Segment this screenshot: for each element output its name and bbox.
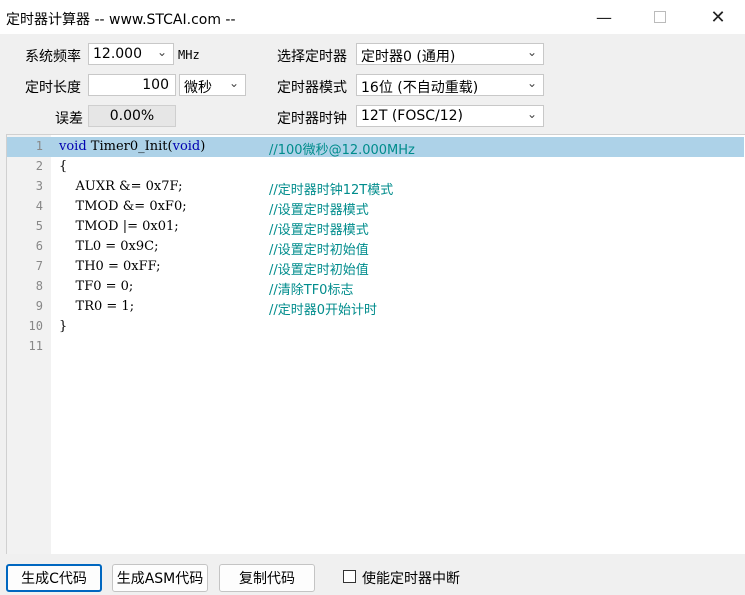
generate-c-button[interactable]: 生成C代码 (6, 564, 102, 592)
maximize-button[interactable] (634, 0, 686, 34)
timer-clock-value: 12T (FOSC/12) (361, 108, 464, 124)
length-label: 定时长度 (25, 80, 81, 96)
code-editor[interactable]: 1 void Timer0_Init(void) //100微秒@12.000M… (6, 134, 745, 554)
code-text: TR0 = 1; (59, 299, 135, 314)
code-text: Timer0_Init( (86, 139, 173, 154)
code-comment: //100微秒@12.000MHz (269, 143, 415, 158)
freq-unit: MHz (178, 48, 200, 62)
timer-select-value: 定时器0 (通用) (361, 49, 456, 65)
minimize-icon: — (596, 7, 612, 27)
timer-clock-label: 定时器时钟 (277, 111, 347, 127)
line-number: 9 (35, 299, 43, 313)
code-line: 3 AUXR &= 0x7F; //定时器时钟12T模式 (7, 177, 744, 198)
code-line: 2 { (7, 157, 744, 177)
freq-label: 系统频率 (25, 49, 81, 65)
code-comment: //设置定时初始值 (269, 243, 369, 258)
window-title: 定时器计算器 -- www.STCAI.com -- (6, 12, 236, 28)
code-text: TMOD &= 0xF0; (59, 199, 187, 214)
timer-mode-value: 16位 (不自动重载) (361, 80, 479, 96)
chevron-down-icon: ⌄ (526, 76, 537, 90)
chevron-down-icon: ⌄ (156, 45, 167, 59)
close-icon: ✕ (710, 6, 726, 28)
freq-combo[interactable]: 12.000 ⌄ (88, 43, 174, 65)
code-comment: //设置定时初始值 (269, 263, 369, 278)
length-unit-value: 微秒 (184, 80, 212, 96)
timer-mode-label: 定时器模式 (277, 80, 347, 96)
chevron-down-icon: ⌄ (526, 45, 537, 59)
enable-interrupt-checkbox[interactable] (343, 570, 356, 583)
code-text: void Timer0_Init(void) (59, 139, 206, 154)
code-line: 1 void Timer0_Init(void) //100微秒@12.000M… (7, 137, 744, 158)
code-comment: //定时器0开始计时 (269, 303, 378, 318)
close-button[interactable]: ✕ (692, 0, 744, 34)
code-text: AUXR &= 0x7F; (59, 179, 183, 194)
code-text: TL0 = 0x9C; (59, 239, 159, 254)
code-line: 7 TH0 = 0xFF; //设置定时初始值 (7, 257, 744, 278)
settings-panel: 系统频率 12.000 ⌄ MHz 定时长度 100 微秒 ⌄ 误差 0.00%… (0, 34, 745, 132)
code-line: 8 TF0 = 0; //清除TF0标志 (7, 277, 744, 298)
code-comment: //清除TF0标志 (269, 283, 354, 298)
line-number: 2 (35, 159, 43, 173)
code-comment: //设置定时器模式 (269, 203, 369, 218)
minimize-button[interactable]: — (578, 0, 630, 34)
freq-value: 12.000 (93, 46, 142, 62)
line-number: 8 (35, 279, 43, 293)
line-number: 11 (28, 339, 43, 353)
code-line: 5 TMOD |= 0x01; //设置定时器模式 (7, 217, 744, 238)
length-input[interactable]: 100 (88, 74, 176, 96)
code-line: 6 TL0 = 0x9C; //设置定时初始值 (7, 237, 744, 258)
error-value: 0.00% (88, 105, 176, 127)
code-text: { (59, 159, 68, 174)
line-number: 1 (35, 139, 43, 153)
timer-select-combo[interactable]: 定时器0 (通用) ⌄ (356, 43, 544, 65)
error-label: 误差 (55, 111, 83, 127)
line-number: 6 (35, 239, 43, 253)
line-number: 5 (35, 219, 43, 233)
line-number: 10 (28, 319, 43, 333)
code-line: 10 } (7, 317, 744, 337)
keyword: void (59, 139, 87, 154)
keyword: void (172, 139, 201, 154)
copy-code-button[interactable]: 复制代码 (219, 564, 315, 592)
length-unit-combo[interactable]: 微秒 ⌄ (179, 74, 246, 96)
chevron-down-icon: ⌄ (526, 107, 537, 121)
line-number: 7 (35, 259, 43, 273)
timer-clock-combo[interactable]: 12T (FOSC/12) ⌄ (356, 105, 544, 127)
length-value: 100 (142, 77, 169, 93)
timer-mode-combo[interactable]: 16位 (不自动重载) ⌄ (356, 74, 544, 96)
line-number: 4 (35, 199, 43, 213)
code-text: } (59, 319, 68, 334)
code-text: TH0 = 0xFF; (59, 259, 161, 274)
code-text: TMOD |= 0x01; (59, 219, 179, 234)
code-comment: //定时器时钟12T模式 (269, 183, 394, 198)
maximize-icon (654, 11, 666, 23)
code-line: 11 (7, 337, 744, 357)
enable-interrupt-label[interactable]: 使能定时器中断 (362, 568, 460, 588)
generate-asm-button[interactable]: 生成ASM代码 (112, 564, 208, 592)
code-line: 4 TMOD &= 0xF0; //设置定时器模式 (7, 197, 744, 218)
chevron-down-icon: ⌄ (228, 76, 239, 90)
timer-select-label: 选择定时器 (277, 49, 347, 65)
code-line: 9 TR0 = 1; //定时器0开始计时 (7, 297, 744, 318)
code-text: TF0 = 0; (59, 279, 134, 294)
code-comment: //设置定时器模式 (269, 223, 369, 238)
line-number: 3 (35, 179, 43, 193)
title-bar: 定时器计算器 -- www.STCAI.com -- — ✕ (0, 0, 745, 34)
